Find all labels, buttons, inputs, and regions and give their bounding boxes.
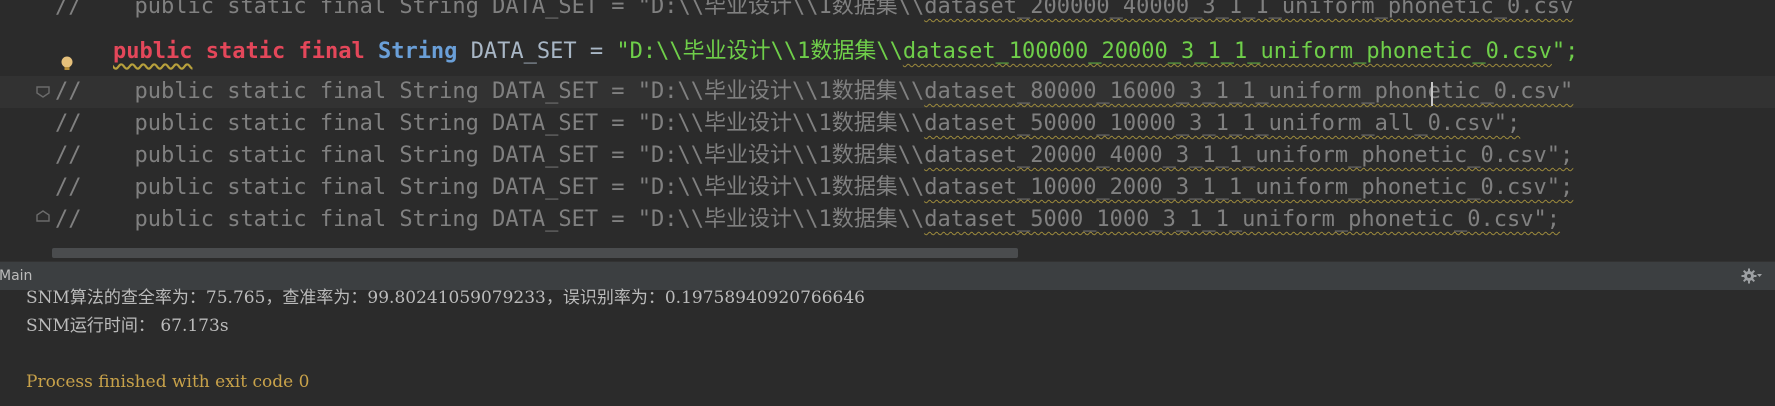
console-line-runtime: SNM运行时间： 67.173s: [26, 316, 229, 336]
code-text: public static final String DATA_SET = "D…: [81, 207, 925, 232]
dataset-path: dataset_20000_4000_3_1_1_uniform_phoneti…: [924, 143, 1574, 168]
dataset-path: dataset_200000_40000_3_1_1_uniform_phone…: [924, 0, 1574, 19]
console-line-exit-code: Process finished with exit code 0: [26, 372, 310, 392]
string-end: ";: [1551, 39, 1579, 64]
code-line[interactable]: // public static final String DATA_SET =…: [0, 108, 1775, 140]
code-editor[interactable]: // public static final String DATA_SET =…: [0, 0, 1775, 260]
keyword-static: static: [205, 39, 286, 64]
comment-marker: //: [55, 175, 82, 200]
lightbulb-icon[interactable]: [60, 56, 74, 72]
comment-marker: //: [55, 79, 82, 104]
keyword-public: public: [113, 39, 193, 64]
dataset-path: dataset_10000_2000_3_1_1_uniform_phoneti…: [924, 175, 1574, 200]
code-line[interactable]: // public static final String DATA_SET =…: [0, 172, 1775, 204]
console-output[interactable]: SNM算法的查全率为：75.765，查准率为：99.80241059079233…: [0, 288, 1775, 406]
code-line-active[interactable]: public static final String DATA_SET = "D…: [0, 36, 1775, 68]
horizontal-scrollbar[interactable]: [52, 248, 1018, 258]
fold-end-icon[interactable]: [36, 210, 50, 222]
code-line-current[interactable]: // public static final String DATA_SET =…: [0, 76, 1775, 108]
fold-start-icon[interactable]: [36, 86, 50, 98]
dataset-path: dataset_5000_1000_3_1_1_uniform_phonetic…: [924, 207, 1561, 232]
keyword-final: final: [298, 39, 365, 64]
string-prefix: "D:\\毕业设计\\1数据集\\: [616, 39, 903, 64]
text-caret: [1431, 82, 1433, 106]
dataset-path: dataset_80000_16000_3_1_1_uniform_phonet…: [924, 79, 1574, 104]
gear-icon[interactable]: [1741, 267, 1763, 285]
code-line[interactable]: // public static final String DATA_SET =…: [0, 0, 1775, 23]
dataset-path: dataset_50000_10000_3_1_1_uniform_all_0.…: [924, 111, 1521, 136]
code-text: public static final String DATA_SET = "D…: [81, 0, 925, 19]
type-string: String: [377, 39, 458, 64]
dataset-path: dataset_100000_20000_3_1_1_uniform_phone…: [902, 39, 1552, 64]
code-line[interactable]: // public static final String DATA_SET =…: [0, 140, 1775, 172]
comment-marker: //: [55, 111, 82, 136]
code-text: public static final String DATA_SET = "D…: [81, 143, 925, 168]
code-text: public static final String DATA_SET = "D…: [81, 175, 925, 200]
code-line[interactable]: // public static final String DATA_SET =…: [0, 204, 1775, 236]
comment-marker: //: [55, 0, 82, 19]
variable-name: DATA_SET =: [470, 39, 617, 64]
code-text: public static final String DATA_SET = "D…: [81, 79, 925, 104]
code-text: public static final String DATA_SET = "D…: [81, 111, 925, 136]
console-line-recall: SNM算法的查全率为：75.765，查准率为：99.80241059079233…: [26, 288, 865, 308]
comment-marker: //: [55, 207, 82, 232]
comment-marker: //: [55, 143, 82, 168]
